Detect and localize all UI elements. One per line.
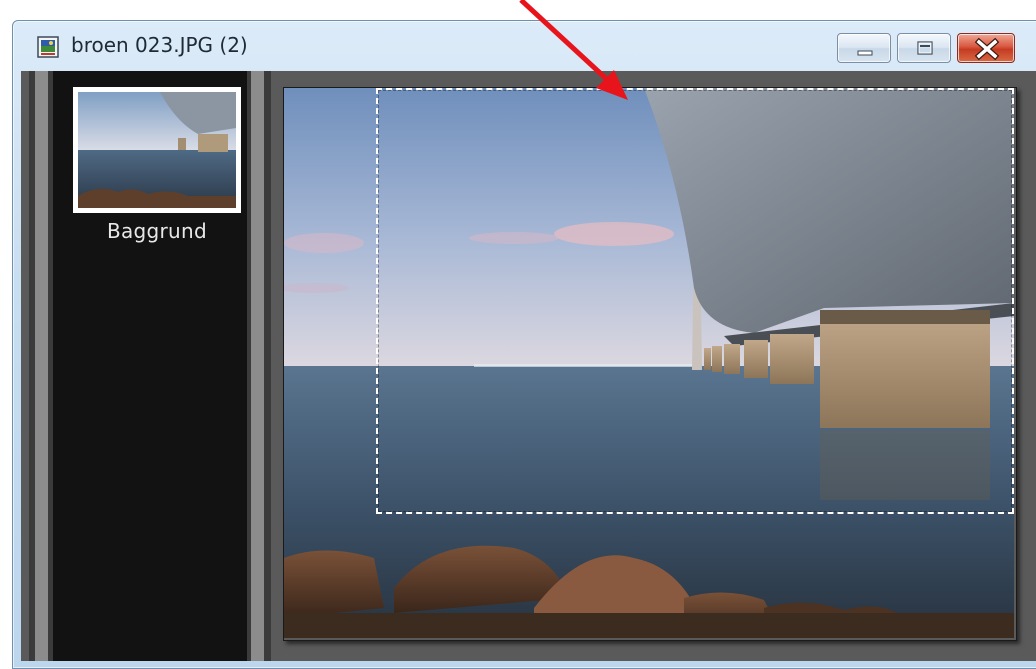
- image-document-icon: [37, 36, 59, 58]
- close-button[interactable]: [957, 33, 1015, 63]
- minimize-button[interactable]: [837, 33, 891, 63]
- filmstrip-sprockets-right: [247, 71, 269, 661]
- image-canvas[interactable]: [283, 87, 1017, 641]
- layer-filmstrip: Baggrund: [31, 71, 269, 661]
- layer-name-label[interactable]: Baggrund: [59, 219, 255, 243]
- image-window: broen 023.JPG (2) Baggrund: [12, 20, 1036, 669]
- maximize-icon: [917, 41, 933, 55]
- filmstrip-sprockets-left: [31, 71, 53, 661]
- minimize-icon: [857, 50, 873, 56]
- thumbnail-image: [78, 92, 236, 208]
- maximize-button[interactable]: [897, 33, 951, 63]
- selection-marquee[interactable]: [376, 88, 1014, 514]
- window-client-area: Baggrund: [21, 71, 1036, 661]
- window-title: broen 023.JPG (2): [71, 33, 248, 57]
- title-bar[interactable]: broen 023.JPG (2): [13, 21, 1036, 71]
- close-icon: [974, 37, 1000, 61]
- layer-thumbnail[interactable]: [73, 87, 241, 213]
